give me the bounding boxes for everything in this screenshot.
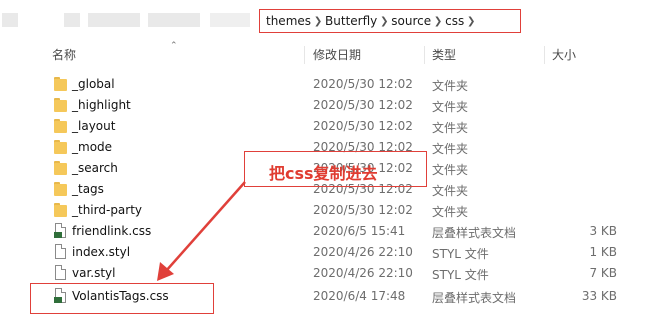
file-name: var.styl bbox=[72, 266, 116, 280]
breadcrumb-label[interactable]: themes bbox=[266, 14, 311, 28]
file-type: 文件夹 bbox=[432, 205, 469, 219]
file-icon bbox=[54, 244, 67, 260]
file-type: 文件夹 bbox=[432, 163, 469, 177]
column-size[interactable]: 大小 bbox=[552, 46, 576, 63]
file-icon bbox=[54, 265, 67, 281]
file-type: 文件夹 bbox=[432, 121, 469, 135]
file-type: 文件夹 bbox=[432, 184, 469, 198]
file-type: STYL 文件 bbox=[432, 247, 489, 261]
file-size: 33 KB bbox=[581, 289, 617, 303]
file-date: 2020/5/30 12:02 bbox=[313, 203, 413, 217]
list-item[interactable]: _global 2020/5/30 12:02 文件夹 bbox=[0, 74, 667, 95]
breadcrumb-label[interactable]: source bbox=[391, 14, 431, 28]
file-name: _tags bbox=[72, 182, 104, 196]
file-name: _search bbox=[72, 161, 118, 175]
file-type: STYL 文件 bbox=[432, 268, 489, 282]
file-date: 2020/6/4 17:48 bbox=[313, 289, 406, 303]
file-size: 1 KB bbox=[589, 245, 617, 259]
folder-icon bbox=[54, 97, 67, 113]
css-file-icon bbox=[54, 223, 67, 239]
sort-ascending-icon: ⌃ bbox=[170, 41, 178, 51]
folder-icon bbox=[54, 139, 67, 155]
file-name: _third-party bbox=[72, 203, 143, 217]
breadcrumb-label[interactable]: Butterfly bbox=[325, 14, 377, 28]
file-date: 2020/5/30 12:02 bbox=[313, 119, 413, 133]
file-name: _highlight bbox=[72, 98, 131, 112]
file-type: 层叠样式表文档 bbox=[432, 226, 517, 240]
breadcrumb-item[interactable]: Butterfly ❯ bbox=[325, 14, 391, 28]
redacted-block bbox=[64, 13, 80, 27]
folder-icon bbox=[54, 118, 67, 134]
column-divider[interactable] bbox=[304, 46, 305, 64]
breadcrumb-item[interactable]: source ❯ bbox=[391, 14, 445, 28]
column-divider[interactable] bbox=[424, 46, 425, 64]
folder-icon bbox=[54, 160, 67, 176]
list-item[interactable]: index.styl 2020/4/26 22:10 STYL 文件 1 KB bbox=[0, 242, 667, 263]
column-header: ⌃ 名称 修改日期 类型 大小 bbox=[0, 41, 667, 66]
file-size: 7 KB bbox=[589, 266, 617, 280]
folder-icon bbox=[54, 181, 67, 197]
chevron-right-icon[interactable]: ❯ bbox=[377, 16, 391, 27]
file-type: 文件夹 bbox=[432, 100, 469, 114]
file-date: 2020/5/30 12:02 bbox=[313, 77, 413, 91]
file-name: _layout bbox=[72, 119, 116, 133]
chevron-right-icon[interactable]: ❯ bbox=[431, 16, 445, 27]
column-name[interactable]: 名称 bbox=[52, 46, 76, 63]
breadcrumb-item[interactable]: css ❯ bbox=[445, 14, 478, 28]
annotation-text: 把css复制进去 bbox=[269, 164, 378, 183]
breadcrumb: themes ❯ Butterfly ❯ source ❯ css ❯ bbox=[259, 9, 521, 33]
chevron-right-icon[interactable]: ❯ bbox=[311, 16, 325, 27]
file-date: 2020/4/26 22:10 bbox=[313, 245, 413, 259]
breadcrumb-item[interactable]: themes ❯ bbox=[266, 14, 325, 28]
file-type: 文件夹 bbox=[432, 142, 469, 156]
breadcrumb-label[interactable]: css bbox=[445, 14, 464, 28]
folder-icon bbox=[54, 76, 67, 92]
file-name: friendlink.css bbox=[72, 224, 152, 238]
list-item[interactable]: var.styl 2020/4/26 22:10 STYL 文件 7 KB bbox=[0, 263, 667, 284]
redacted-block bbox=[88, 13, 140, 27]
file-type: 层叠样式表文档 bbox=[432, 291, 517, 305]
file-name: index.styl bbox=[72, 245, 131, 259]
file-date: 2020/5/30 12:02 bbox=[313, 98, 413, 112]
list-item[interactable]: _third-party 2020/5/30 12:02 文件夹 bbox=[0, 200, 667, 221]
file-type: 文件夹 bbox=[432, 79, 469, 93]
address-bar: themes ❯ Butterfly ❯ source ❯ css ❯ bbox=[0, 0, 667, 44]
list-item[interactable]: friendlink.css 2020/6/5 15:41 层叠样式表文档 3 … bbox=[0, 221, 667, 242]
column-divider[interactable] bbox=[544, 46, 545, 64]
file-name: _mode bbox=[72, 140, 113, 154]
folder-icon bbox=[54, 202, 67, 218]
highlight-box bbox=[30, 283, 214, 314]
file-size: 3 KB bbox=[589, 224, 617, 238]
file-date: 2020/6/5 15:41 bbox=[313, 224, 406, 238]
redacted-block bbox=[148, 13, 200, 27]
redacted-block bbox=[2, 13, 18, 27]
list-item[interactable]: _highlight 2020/5/30 12:02 文件夹 bbox=[0, 95, 667, 116]
file-name: _global bbox=[72, 77, 115, 91]
list-item[interactable]: _layout 2020/5/30 12:02 文件夹 bbox=[0, 116, 667, 137]
redacted-block bbox=[210, 13, 250, 27]
file-date: 2020/4/26 22:10 bbox=[313, 266, 413, 280]
column-type[interactable]: 类型 bbox=[432, 46, 456, 63]
chevron-right-icon[interactable]: ❯ bbox=[464, 16, 478, 27]
column-modified[interactable]: 修改日期 bbox=[313, 46, 361, 63]
